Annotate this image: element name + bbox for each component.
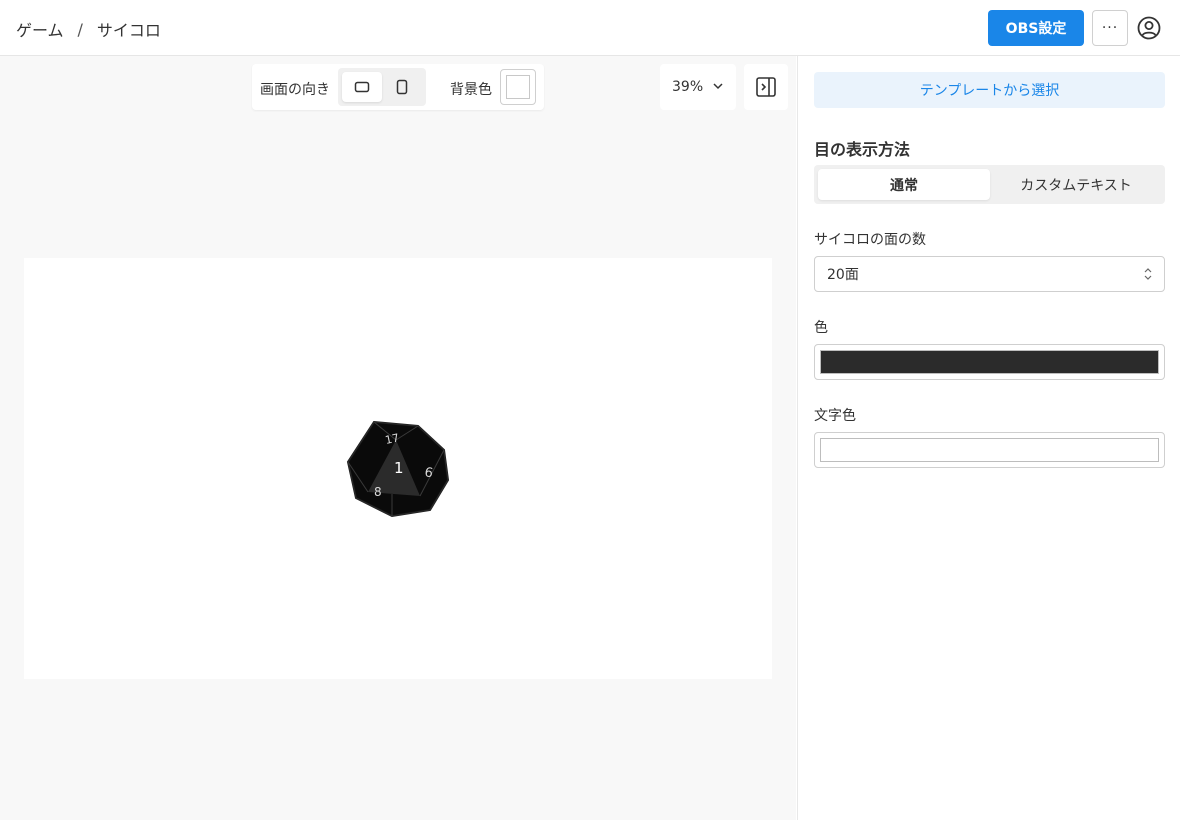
settings-panel: テンプレートから選択 目の表示方法 通常 カスタムテキスト サイコロの面の数 2… [797, 56, 1180, 820]
toggle-side-panel-button[interactable] [744, 64, 788, 110]
text-color-swatch [820, 438, 1159, 462]
dice-preview: 17 1 6 8 [24, 258, 772, 679]
panel-collapse-icon [756, 77, 776, 97]
dice-face-1: 1 [394, 459, 404, 477]
pip-display-title: 目の表示方法 [814, 140, 911, 159]
faces-select[interactable]: 20面 [814, 256, 1165, 292]
orientation-toggle [338, 68, 426, 106]
canvas-area: 画面の向き 背景色 39% 17 1 6 8 [0, 56, 796, 820]
zoom-select[interactable]: 39% [660, 64, 736, 110]
bg-color-swatch [506, 75, 530, 99]
breadcrumb: ゲーム / サイコロ [16, 17, 161, 41]
text-color-label: 文字色 [814, 408, 856, 424]
select-template-button[interactable]: テンプレートから選択 [814, 72, 1165, 108]
pip-display-custom-text-option[interactable]: カスタムテキスト [990, 169, 1162, 200]
canvas-toolbar: 画面の向き 背景色 [252, 64, 544, 110]
pip-display-normal-option[interactable]: 通常 [818, 169, 990, 200]
obs-settings-button[interactable]: OBS設定 [988, 10, 1084, 46]
pip-display-toggle: 通常 カスタムテキスト [814, 165, 1165, 204]
faces-label: サイコロの面の数 [814, 232, 926, 248]
user-account-icon[interactable] [1137, 16, 1161, 40]
landscape-icon [354, 81, 370, 93]
bg-color-label: 背景色 [450, 82, 492, 98]
top-header: ゲーム / サイコロ OBS設定 ··· [0, 0, 1180, 56]
text-color-picker[interactable] [814, 432, 1165, 468]
dice-face-8: 8 [374, 485, 382, 499]
bg-color-picker[interactable] [500, 69, 536, 105]
faces-value: 20面 [827, 267, 859, 283]
updown-chevron-icon [1144, 268, 1152, 280]
d20-dice[interactable]: 17 1 6 8 [346, 418, 452, 518]
breadcrumb-separator: / [77, 19, 83, 39]
ellipsis-icon: ··· [1101, 20, 1119, 36]
color-label: 色 [814, 320, 828, 336]
breadcrumb-item-dice: サイコロ [96, 21, 161, 40]
orientation-label: 画面の向き [260, 82, 330, 98]
breadcrumb-item-game[interactable]: ゲーム [16, 17, 64, 41]
portrait-icon [396, 79, 408, 95]
dice-color-swatch [820, 350, 1159, 374]
zoom-value: 39% [672, 79, 704, 95]
dice-color-picker[interactable] [814, 344, 1165, 380]
chevron-down-icon [713, 83, 723, 90]
more-options-button[interactable]: ··· [1092, 10, 1128, 46]
landscape-button[interactable] [342, 72, 382, 102]
portrait-button[interactable] [382, 72, 422, 102]
